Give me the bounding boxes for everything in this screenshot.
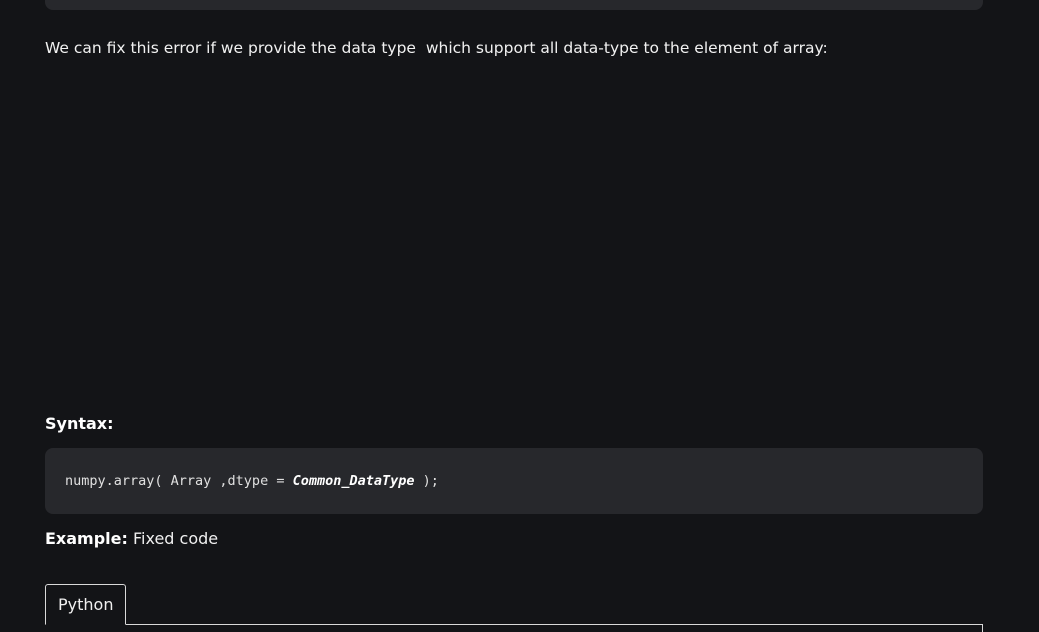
example-label: Example:: [45, 529, 128, 548]
previous-code-block: [45, 0, 983, 10]
intro-paragraph: We can fix this error if we provide the …: [45, 39, 828, 57]
syntax-code-datatype: Common_DataType: [292, 473, 415, 489]
code-tab-strip: Python: [45, 584, 983, 632]
syntax-heading: Syntax:: [45, 414, 114, 433]
example-text: Fixed code: [127, 529, 219, 548]
syntax-code-block: numpy.array( Array ,dtype = Common_DataT…: [45, 448, 983, 514]
syntax-code: numpy.array( Array ,dtype = Common_DataT…: [65, 473, 439, 489]
blank-content-area: [45, 75, 983, 395]
syntax-code-prefix: numpy.array( Array ,dtype =: [65, 473, 293, 489]
tab-divider: [45, 624, 982, 625]
tab-python[interactable]: Python: [45, 584, 127, 625]
tab-panel-border: [982, 624, 983, 632]
article-page: We can fix this error if we provide the …: [0, 0, 1039, 632]
example-line: Example: Fixed code: [45, 529, 218, 548]
syntax-code-suffix: );: [414, 473, 439, 489]
